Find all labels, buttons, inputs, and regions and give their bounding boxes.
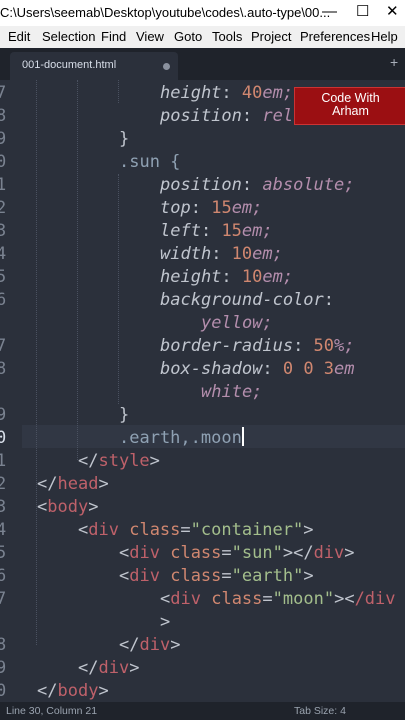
line-number: 2 [0, 198, 7, 218]
line-number-current: 0 [0, 428, 7, 448]
code-line: <div class="earth"> [119, 566, 314, 586]
line-number: 7 [0, 589, 7, 609]
tab-001-document[interactable]: 001-document.html [10, 52, 178, 80]
line-number: 8 [0, 106, 7, 126]
code-line: <div class="container"> [78, 520, 314, 540]
code-line: } [119, 129, 130, 149]
line-number: 9 [0, 658, 7, 678]
menu-selection[interactable]: Selection [42, 29, 95, 44]
line-number: 0 [0, 152, 7, 172]
code-line: </body> [37, 681, 109, 701]
window-title: C:\Users\seemab\Desktop\youtube\codes\.a… [0, 5, 331, 20]
code-line: box-shadow: 0 0 3em [160, 359, 355, 379]
menu-bar: Edit Selection Find View Goto Tools Proj… [0, 26, 405, 48]
window-titlebar: C:\Users\seemab\Desktop\youtube\codes\.a… [0, 0, 405, 26]
line-number: 1 [0, 175, 7, 195]
menu-goto[interactable]: Goto [174, 29, 202, 44]
maximize-icon[interactable]: ☐ [356, 3, 369, 21]
close-icon[interactable]: ✕ [386, 3, 399, 21]
code-line: width: 10em; [160, 244, 283, 264]
code-line-wrap: > [160, 612, 171, 632]
code-line: background-color: [160, 290, 335, 310]
tab-label: 001-document.html [22, 59, 117, 71]
watermark-line-1: Code With [321, 91, 380, 105]
code-line: } [119, 405, 130, 425]
tab-size-selector[interactable]: Tab Size: 4 [294, 705, 346, 717]
line-number: 7 [0, 83, 7, 103]
line-number: 3 [0, 497, 7, 517]
line-number: 8 [0, 359, 7, 379]
line-number: 7 [0, 336, 7, 356]
code-line: border-radius: 50%; [160, 336, 355, 356]
line-number: 5 [0, 267, 7, 287]
text-caret [241, 427, 244, 446]
cursor-position: Line 30, Column 21 [6, 705, 98, 717]
unsaved-dot-icon[interactable] [163, 63, 170, 70]
code-line: left: 15em; [160, 221, 273, 241]
indent-guide [118, 80, 119, 103]
line-number-gutter: 7 8 9 0 1 2 3 4 5 6 7 8 9 0 1 2 3 4 5 6 … [0, 80, 22, 702]
line-number: 9 [0, 129, 7, 149]
code-line-wrap: white; [201, 382, 263, 402]
minimize-icon[interactable]: — [322, 3, 337, 21]
code-line: position: absolute; [160, 175, 355, 195]
line-number: 8 [0, 635, 7, 655]
line-number: 6 [0, 290, 7, 310]
line-number: 3 [0, 221, 7, 241]
code-line: .sun { [119, 152, 181, 172]
code-line: </head> [37, 474, 109, 494]
code-line: height: 10em; [160, 267, 294, 287]
watermark-line-2: Arham [332, 104, 369, 118]
indent-guide [77, 80, 78, 460]
code-editor[interactable]: 7 8 9 0 1 2 3 4 5 6 7 8 9 0 1 2 3 4 5 6 … [0, 80, 405, 702]
indent-guide [36, 80, 37, 645]
menu-project[interactable]: Project [251, 29, 291, 44]
code-line: </div> [78, 658, 140, 678]
code-line: height: 40em; [160, 83, 294, 103]
code-line: <body> [37, 497, 99, 517]
menu-help[interactable]: Help [371, 29, 398, 44]
code-line: position: rel [160, 106, 294, 126]
status-bar: Line 30, Column 21 Tab Size: 4 [0, 702, 405, 720]
code-line: <div class="sun"></div> [119, 543, 355, 563]
indent-guide [118, 174, 119, 404]
line-number: 6 [0, 566, 7, 586]
menu-preferences[interactable]: Preferences [300, 29, 370, 44]
line-number: 4 [0, 520, 7, 540]
menu-find[interactable]: Find [101, 29, 126, 44]
line-number: 4 [0, 244, 7, 264]
menu-view[interactable]: View [136, 29, 164, 44]
tab-bar: 001-document.html [0, 48, 405, 80]
code-line: <div class="moon"></div [160, 589, 396, 609]
menu-tools[interactable]: Tools [212, 29, 242, 44]
line-number: 9 [0, 405, 7, 425]
code-line: </style> [78, 451, 160, 471]
code-line: </div> [119, 635, 181, 655]
code-line-wrap: yellow; [201, 313, 273, 333]
code-line: top: 15em; [160, 198, 263, 218]
new-tab-icon[interactable]: + [390, 54, 398, 70]
code-line-current[interactable]: .earth,.moon [119, 427, 244, 450]
channel-watermark: Code With Arham [294, 87, 405, 125]
line-number: 2 [0, 474, 7, 494]
line-number: 1 [0, 451, 7, 471]
line-number: 0 [0, 681, 7, 701]
menu-edit[interactable]: Edit [8, 29, 30, 44]
line-number: 5 [0, 543, 7, 563]
